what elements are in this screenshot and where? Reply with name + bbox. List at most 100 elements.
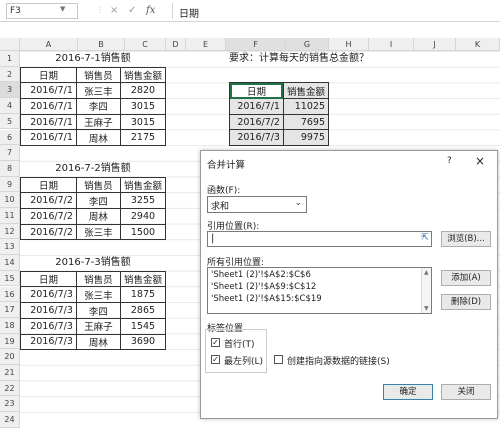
reference-input[interactable]: |	[207, 231, 432, 247]
header-cell[interactable]: 日期	[20, 270, 77, 288]
enter-icon[interactable]: ✓	[128, 5, 136, 16]
column-header-f[interactable]: F	[226, 38, 286, 51]
column-header-c[interactable]: C	[125, 38, 166, 51]
table-cell[interactable]: 2940	[119, 207, 167, 225]
collapse-dialog-icon[interactable]: ⇱	[419, 233, 431, 245]
header-cell[interactable]: 销售金额	[119, 66, 167, 84]
row-header[interactable]: 4	[0, 98, 20, 114]
table-cell[interactable]: 张三丰	[75, 82, 121, 100]
scrollbar[interactable]: ▲ ▼	[421, 268, 431, 313]
header-cell[interactable]: 销售员	[75, 66, 121, 84]
column-header-j[interactable]: J	[414, 38, 456, 51]
row-header[interactable]: 7	[0, 145, 20, 161]
column-header-b[interactable]: B	[78, 38, 125, 51]
table-cell[interactable]: 9975	[282, 129, 330, 147]
row-header[interactable]: 19	[0, 333, 20, 350]
table-cell[interactable]: 2016/7/3	[20, 317, 77, 335]
table-cell[interactable]: 张三丰	[75, 286, 121, 304]
table-cell[interactable]: 周林	[75, 333, 121, 351]
list-item[interactable]: 'Sheet1 (2)'!$A$2:$C$6	[211, 270, 311, 280]
list-item[interactable]: 'Sheet1 (2)'!$A$15:$C$19	[211, 294, 322, 304]
table-cell[interactable]: 2016/7/1	[20, 129, 77, 147]
table-cell[interactable]: 7695	[282, 113, 330, 131]
table-cell[interactable]: 11025	[282, 98, 330, 115]
table-cell[interactable]: 3690	[119, 333, 167, 351]
row-header[interactable]: 14	[0, 255, 20, 271]
table-cell[interactable]: 王麻子	[75, 113, 121, 131]
header-cell[interactable]: 日期	[20, 66, 77, 84]
table-cell[interactable]: 2016/7/1	[20, 82, 77, 100]
ok-button[interactable]: 确定	[383, 384, 433, 400]
header-cell[interactable]: 销售金额	[119, 270, 167, 288]
left-column-checkbox[interactable]: ✓	[211, 355, 220, 364]
table-cell[interactable]: 3255	[119, 192, 167, 209]
column-header-d[interactable]: D	[166, 38, 186, 51]
help-button[interactable]: ?	[447, 156, 452, 166]
row-header[interactable]: 20	[0, 349, 20, 365]
header-cell[interactable]: 销售员	[75, 176, 121, 194]
table-cell[interactable]: 李四	[75, 302, 121, 319]
header-cell[interactable]: 销售员	[75, 270, 121, 288]
name-box[interactable]: F3	[6, 3, 78, 19]
scroll-down-icon[interactable]: ▼	[424, 305, 429, 312]
table-cell[interactable]: 王麻子	[75, 317, 121, 335]
table-cell[interactable]: 2016/7/2	[229, 113, 284, 131]
row-header[interactable]: 23	[0, 396, 20, 413]
column-header-h[interactable]: H	[329, 38, 369, 51]
chevron-down-icon[interactable]: ⌄	[294, 198, 302, 208]
add-button[interactable]: 添加(A)	[441, 270, 491, 286]
table-cell[interactable]: 李四	[75, 98, 121, 115]
row-header[interactable]: 17	[0, 302, 20, 318]
scroll-up-icon[interactable]: ▲	[424, 269, 429, 276]
table-cell[interactable]: 2016/7/3	[229, 129, 284, 147]
header-cell[interactable]: 销售金额	[282, 82, 330, 100]
row-header[interactable]: 9	[0, 176, 20, 193]
row-header[interactable]: 8	[0, 160, 20, 177]
table-cell[interactable]: 周林	[75, 207, 121, 225]
table-cell[interactable]: 李四	[75, 192, 121, 209]
formula-input[interactable]: 日期	[172, 3, 494, 20]
table-cell[interactable]: 2016/7/3	[20, 333, 77, 351]
row-header[interactable]: 2	[0, 66, 20, 83]
row-header[interactable]: 3	[0, 82, 20, 99]
row-header[interactable]: 16	[0, 286, 20, 303]
row-header[interactable]: 13	[0, 239, 20, 256]
table-cell[interactable]: 2016/7/3	[20, 286, 77, 304]
close-icon[interactable]: ×	[475, 154, 485, 168]
table-cell[interactable]: 张三丰	[75, 223, 121, 241]
selected-cell[interactable]: 日期	[229, 82, 284, 100]
row-header[interactable]: 24	[0, 412, 20, 428]
row-header[interactable]: 12	[0, 223, 20, 240]
row-header[interactable]: 11	[0, 208, 20, 224]
table-cell[interactable]: 周林	[75, 129, 121, 147]
close-button[interactable]: 关闭	[441, 384, 491, 400]
row-header[interactable]: 21	[0, 365, 20, 381]
table-cell[interactable]: 2016/7/1	[20, 113, 77, 131]
table-cell[interactable]: 2820	[119, 82, 167, 100]
link-source-checkbox[interactable]	[274, 355, 283, 364]
table-cell[interactable]: 1545	[119, 317, 167, 335]
row-header[interactable]: 22	[0, 380, 20, 397]
table-cell[interactable]: 2175	[119, 129, 167, 147]
column-header-k[interactable]: K	[456, 38, 500, 51]
list-item[interactable]: 'Sheet1 (2)'!$A$9:$C$12	[211, 282, 316, 292]
table-cell[interactable]: 3015	[119, 98, 167, 115]
table-cell[interactable]: 2016/7/1	[20, 98, 77, 115]
table-cell[interactable]: 1875	[119, 286, 167, 304]
first-row-checkbox[interactable]: ✓	[211, 338, 220, 347]
select-all-corner[interactable]	[0, 38, 20, 51]
table-cell[interactable]: 2016/7/2	[20, 192, 77, 209]
all-references-list[interactable]: 'Sheet1 (2)'!$A$2:$C$6 'Sheet1 (2)'!$A$9…	[207, 267, 432, 314]
row-header[interactable]: 6	[0, 129, 20, 146]
row-header[interactable]: 18	[0, 317, 20, 334]
header-cell[interactable]: 销售金额	[119, 176, 167, 194]
table-cell[interactable]: 2016/7/1	[229, 98, 284, 115]
function-select[interactable]: 求和 ⌄	[207, 196, 307, 213]
table-cell[interactable]: 3015	[119, 113, 167, 131]
column-header-a[interactable]: A	[20, 38, 78, 51]
table-cell[interactable]: 2865	[119, 302, 167, 319]
table-cell[interactable]: 1500	[119, 223, 167, 241]
table-cell[interactable]: 2016/7/2	[20, 223, 77, 241]
cancel-icon[interactable]: ×	[110, 5, 118, 16]
chevron-down-icon[interactable]: ▼	[60, 5, 65, 13]
